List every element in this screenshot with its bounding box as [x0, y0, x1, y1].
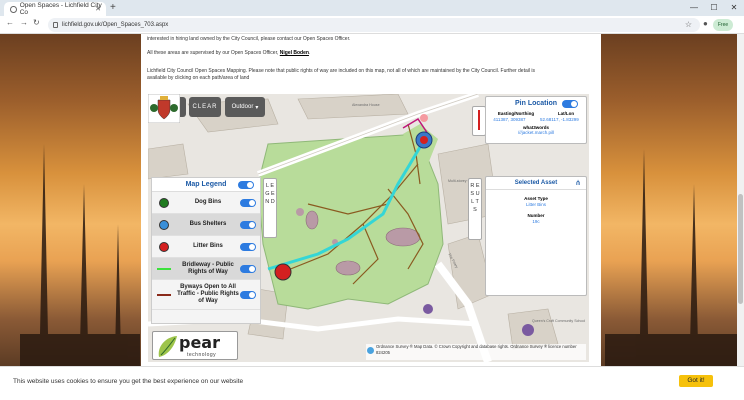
legend-item-toggle[interactable] — [240, 290, 256, 299]
asset-type-label: Asset Type — [524, 196, 548, 201]
logo-sub: technology — [187, 352, 217, 358]
minimize-icon[interactable]: — — [684, 0, 704, 16]
mapping-text-2: available by clicking on each path/area … — [147, 75, 250, 81]
selected-asset-panel: Selected Asset ⋔ Asset Type Litter Bins … — [485, 176, 587, 296]
w3w-value[interactable]: ///jacket.march.pill — [486, 130, 586, 135]
legend-item: Litter Bins — [152, 236, 260, 258]
bookmark-star-icon[interactable]: ☆ — [685, 18, 692, 32]
address-bar[interactable]: lichfield.gov.uk/Open_Spaces_703.aspx ☆ — [48, 18, 700, 32]
legend-item-label: Byways Open to All Traffic - Public Righ… — [177, 284, 239, 304]
clear-button[interactable]: CLEAR — [189, 97, 221, 117]
cookie-accept-button[interactable]: Got it! — [679, 375, 713, 387]
browser-toolbar: ← → ↻ lichfield.gov.uk/Open_Spaces_703.a… — [0, 16, 744, 34]
legend-item: Bus Shelters — [152, 214, 260, 236]
bus-shelter-icon — [159, 219, 169, 230]
reload-icon[interactable]: ↻ — [33, 18, 40, 27]
free-badge[interactable]: Free — [713, 19, 733, 31]
url-text: lichfield.gov.uk/Open_Spaces_703.aspx — [62, 22, 169, 28]
legend-item-toggle[interactable] — [240, 242, 256, 251]
supervised-prefix: All these areas are supervised by our Op… — [147, 50, 279, 56]
legend-item-toggle[interactable] — [240, 198, 256, 207]
map-label-hospital: Alexandra House — [352, 103, 380, 107]
page-viewport: interested in hiring land owned by the C… — [0, 34, 744, 400]
close-tab-icon[interactable]: ✕ — [95, 5, 101, 13]
legend-item-label: Bus Shelters — [189, 221, 227, 227]
new-tab-button[interactable]: + — [110, 2, 116, 13]
open-spaces-map[interactable]: Alexandra House Multi-storey Car Park Qu… — [148, 94, 589, 362]
maximize-icon[interactable]: ☐ — [704, 0, 724, 16]
legend-tab[interactable]: L E G E N D — [263, 178, 277, 238]
globe-icon — [10, 5, 17, 13]
main-content: interested in hiring land owned by the C… — [141, 34, 601, 400]
latlon-value: 52.68117, -1.83299 — [540, 117, 579, 122]
legend-item: Bridleway - Public Rights of Way — [152, 258, 260, 280]
window-controls: — ☐ ✕ — [684, 0, 744, 16]
pear-leaf-icon — [158, 336, 177, 357]
map-label-school: Queen's Croft Community School — [532, 319, 585, 323]
scrollbar-thumb[interactable] — [738, 194, 743, 304]
asset-number-value: 19c — [532, 219, 540, 224]
legend-item: Dog Bins — [152, 192, 260, 214]
mapping-text-1: Lichfield City Council Open Spaces Mappi… — [147, 68, 535, 74]
legend-item-toggle[interactable] — [240, 220, 256, 229]
pin-location-toggle[interactable] — [562, 100, 578, 108]
litter-bin-icon — [159, 241, 169, 252]
page-scrollbar[interactable] — [737, 34, 744, 400]
browser-tab[interactable]: Open Spaces - Lichfield City Co ✕ — [4, 2, 106, 16]
city-crest-logo — [148, 94, 180, 123]
easting-label: Easting/Northing — [497, 111, 535, 116]
map-legend: Map Legend Dog Bins Bus Shelters Litter … — [151, 177, 261, 324]
back-icon[interactable]: ← — [6, 18, 14, 27]
supervised-text: All these areas are supervised by our Op… — [147, 50, 311, 56]
attribution-text: Ordnance Survey ® Map Data. © Crown Copy… — [376, 344, 577, 355]
asset-number-label: Number — [527, 213, 545, 218]
profile-icon[interactable]: ● — [703, 19, 708, 28]
selected-asset-title: Selected Asset — [514, 180, 558, 186]
browser-tabbar: Open Spaces - Lichfield City Co ✕ + — ☐ … — [0, 0, 744, 16]
legend-item-toggle[interactable] — [240, 264, 256, 273]
layer-select[interactable]: Outdoor ▾ — [225, 97, 265, 117]
tab-title: Open Spaces - Lichfield City Co — [19, 2, 102, 16]
pin-slider[interactable] — [472, 106, 486, 136]
byway-line-icon — [157, 293, 171, 296]
layer-select-label: Outdoor — [231, 104, 254, 110]
bridleway-line-icon — [157, 267, 171, 270]
cookie-banner: This website uses cookies to ensure you … — [0, 366, 744, 400]
share-icon[interactable]: ⋔ — [575, 179, 581, 187]
legend-item-label: Litter Bins — [193, 243, 223, 249]
easting-value: 411387, 309387 — [493, 117, 526, 122]
asset-type-value: Litter Bins — [525, 202, 546, 207]
intro-text: interested in hiring land owned by the C… — [147, 36, 351, 42]
pin-location-panel: Pin Location Easting/Northing Lat/Lon 41… — [485, 96, 587, 144]
pin-slider-bar — [478, 110, 480, 130]
latlon-label: Lat/Lon — [557, 111, 575, 116]
results-tab[interactable]: R E S U L T S — [468, 178, 482, 240]
dog-bin-icon — [159, 197, 169, 208]
legend-item-label: Dog Bins — [194, 199, 222, 205]
chevron-down-icon: ▾ — [255, 104, 259, 111]
close-window-icon[interactable]: ✕ — [724, 0, 744, 16]
map-attribution: Ordnance Survey ® Map Data. © Crown Copy… — [366, 344, 586, 360]
legend-toggle[interactable] — [238, 181, 254, 189]
legend-item-label: Bridleway - Public Rights of Way — [182, 261, 234, 275]
legend-item: Byways Open to All Traffic - Public Righ… — [152, 280, 260, 310]
forward-icon[interactable]: → — [20, 18, 28, 27]
officer-link[interactable]: Nigel Boden — [280, 50, 309, 56]
pear-technology-logo[interactable]: pear technology — [152, 331, 238, 360]
legend-title: Map Legend — [185, 181, 227, 188]
logo-word: pear — [179, 333, 220, 352]
os-logo-icon — [367, 347, 374, 354]
cookie-message: This website uses cookies to ensure you … — [13, 378, 244, 385]
site-info-icon[interactable] — [53, 22, 58, 28]
